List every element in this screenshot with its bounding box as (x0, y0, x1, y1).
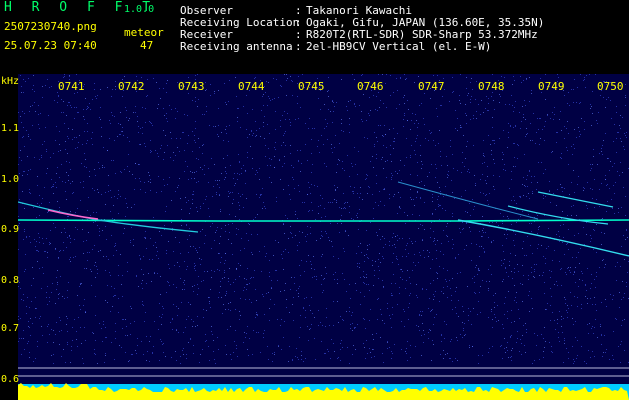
x-tick-label: 0741 (58, 80, 85, 93)
y-tick-label: 1.0 (1, 174, 20, 185)
y-unit-label: kHz (1, 76, 20, 87)
file-name: 2507230740.png (4, 20, 97, 33)
x-tick-label: 0748 (478, 80, 505, 93)
file-datetime: 25.07.23 07:40 (4, 39, 97, 52)
y-tick-label: 0.7 (1, 323, 20, 334)
info-sep: : (295, 40, 302, 53)
x-tick-label: 0745 (298, 80, 325, 93)
x-tick-label: 0743 (178, 80, 205, 93)
x-tick-label: 0744 (238, 80, 265, 93)
spectrogram-background (18, 74, 629, 400)
y-tick-label: 0.8 (1, 275, 20, 286)
info-label: Receiving antenna (180, 40, 293, 53)
x-tick-label: 0746 (357, 80, 384, 93)
counter-value: 47 (140, 39, 154, 52)
y-tick-label: 1.1 (1, 123, 20, 134)
counter-label: meteor (124, 26, 164, 39)
x-tick-label: 0750 (597, 80, 624, 93)
app-version: 1.0.0 (124, 4, 155, 15)
header-panel: H R O F F T 1.0.0 2507230740.png meteor … (0, 0, 629, 74)
spectrogram-canvas (18, 74, 629, 400)
info-value: 2el-HB9CV Vertical (el. E-W) (306, 40, 492, 53)
x-tick-label: 0742 (118, 80, 145, 93)
x-tick-label: 0747 (418, 80, 445, 93)
x-tick-label: 0749 (538, 80, 565, 93)
y-tick-label: 0.9 (1, 224, 20, 235)
y-tick-label: 0.6 (1, 374, 20, 385)
spectrogram-plot (18, 74, 629, 400)
